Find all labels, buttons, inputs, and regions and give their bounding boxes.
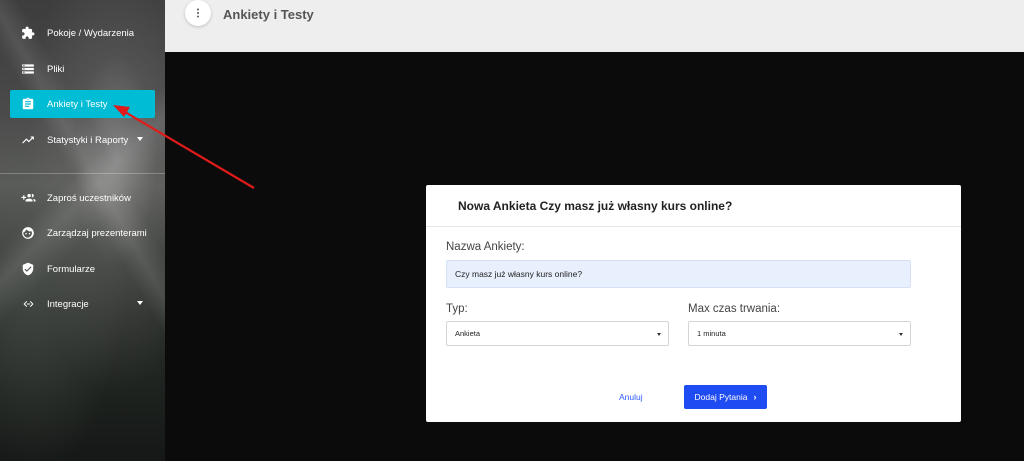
sidebar-item-label: Ankiety i Testy bbox=[47, 98, 108, 110]
sidebar-item-pliki[interactable]: Pliki bbox=[10, 55, 155, 83]
survey-name-input[interactable]: Czy masz już własny kurs online? bbox=[446, 260, 911, 288]
duration-select[interactable]: 1 minuta bbox=[688, 321, 911, 346]
type-label: Typ: bbox=[446, 303, 468, 315]
face-icon bbox=[20, 225, 36, 241]
storage-icon bbox=[20, 61, 36, 77]
sidebar-item-formularze[interactable]: Formularze bbox=[10, 255, 155, 283]
code-arrows-icon bbox=[20, 296, 36, 312]
sidebar-item-label: Formularze bbox=[47, 263, 96, 275]
trending-up-icon bbox=[20, 132, 36, 148]
modal-title: Nowa Ankieta Czy masz już własny kurs on… bbox=[426, 185, 961, 227]
duration-label: Max czas trwania: bbox=[688, 303, 781, 315]
top-bar: Ankiety i Testy bbox=[165, 0, 1024, 52]
cancel-button[interactable]: Anuluj bbox=[619, 392, 643, 402]
chevron-right-icon: › bbox=[753, 392, 757, 402]
sidebar-item-pokoje[interactable]: Pokoje / Wydarzenia bbox=[10, 19, 155, 47]
page-title: Ankiety i Testy bbox=[223, 7, 314, 22]
dropdown-arrow-icon bbox=[657, 333, 661, 336]
sidebar-item-integracje[interactable]: Integracje bbox=[10, 290, 155, 318]
dropdown-arrow-icon bbox=[899, 333, 903, 336]
sidebar-item-statystyki[interactable]: Statystyki i Raporty bbox=[10, 126, 155, 154]
sidebar-item-label: Zaproś uczestników bbox=[47, 192, 131, 204]
add-questions-label: Dodaj Pytania bbox=[694, 392, 748, 402]
sidebar-item-label: Pliki bbox=[47, 63, 65, 75]
puzzle-icon bbox=[20, 25, 36, 41]
add-questions-button[interactable]: Dodaj Pytania › bbox=[684, 385, 767, 409]
sidebar-item-label: Integracje bbox=[47, 298, 89, 310]
new-survey-modal: Nowa Ankieta Czy masz już własny kurs on… bbox=[426, 185, 961, 422]
chevron-down-icon bbox=[137, 137, 143, 141]
more-vert-icon bbox=[197, 8, 199, 18]
sidebar-item-zapros[interactable]: Zaproś uczestników bbox=[10, 184, 155, 212]
group-add-icon bbox=[20, 190, 36, 206]
more-vert-button[interactable] bbox=[185, 0, 211, 26]
sidebar-item-label: Pokoje / Wydarzenia bbox=[47, 27, 135, 39]
duration-select-value: 1 minuta bbox=[697, 329, 726, 338]
type-select-value: Ankieta bbox=[455, 329, 481, 338]
verified-shield-icon bbox=[20, 261, 36, 277]
sidebar-item-ankiety[interactable]: Ankiety i Testy bbox=[10, 90, 155, 118]
sidebar-divider bbox=[0, 173, 165, 174]
survey-name-label: Nazwa Ankiety: bbox=[446, 241, 525, 253]
sidebar: Pokoje / Wydarzenia Pliki Ankiety i Test… bbox=[0, 0, 165, 461]
clipboard-icon bbox=[20, 96, 36, 112]
type-select[interactable]: Ankieta bbox=[446, 321, 669, 346]
sidebar-item-label: Zarządzaj prezenterami bbox=[47, 227, 147, 239]
sidebar-item-prezenterzy[interactable]: Zarządzaj prezenterami bbox=[10, 219, 155, 247]
sidebar-item-label: Statystyki i Raporty bbox=[47, 134, 129, 146]
chevron-down-icon bbox=[137, 301, 143, 305]
